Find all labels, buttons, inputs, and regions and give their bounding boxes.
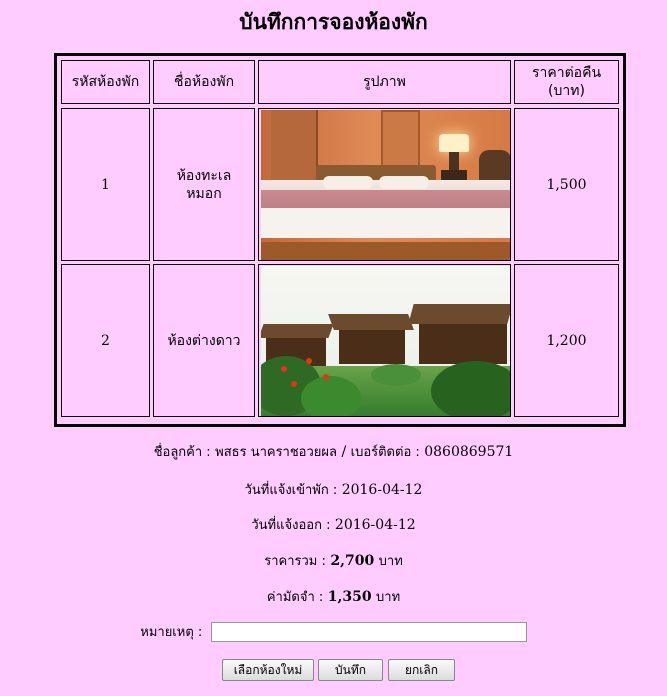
total-unit: บาท (378, 554, 403, 569)
deposit-label: ค่ามัดจำ : (266, 590, 324, 605)
total-label: ราคารวม : (264, 554, 326, 569)
table-row-1-id: 1 (61, 108, 150, 261)
checkout-line: วันที่แจ้งออก : 2016-04-12 (0, 514, 667, 535)
select-new-room-button[interactable]: เลือกห้องใหม่ (222, 659, 314, 681)
table-row-2-id: 2 (61, 264, 150, 417)
table-row-1-name: ห้องทะเล หมอก (153, 108, 255, 261)
customer-label: ชื่อลูกค้า : (153, 445, 211, 460)
phone-label: เบอร์ติดต่อ : (350, 445, 420, 460)
total-value: 2,700 (330, 553, 375, 569)
bungalow-garden-photo (261, 266, 510, 416)
header-room-id: รหัสห้องพัก (61, 60, 150, 104)
deposit-line: ค่ามัดจำ : 1,350 บาท (0, 586, 667, 607)
save-button[interactable]: บันทึก (318, 659, 383, 681)
table-row-1-image-cell (258, 108, 511, 261)
table-row-2-image-cell (258, 264, 511, 417)
cancel-button[interactable]: ยกเลิก (388, 659, 455, 681)
checkin-label: วันที่แจ้งเข้าพัก : (244, 483, 338, 498)
table-row-2-name: ห้องต่างดาว (153, 264, 255, 417)
customer-name: พสธร นาคราชอวยผล (215, 445, 337, 460)
deposit-unit: บาท (376, 590, 401, 605)
table-row-1-price: 1,500 (514, 108, 619, 261)
checkin-value: 2016-04-12 (341, 482, 423, 498)
table-row-2-price: 1,200 (514, 264, 619, 417)
customer-separator: / (341, 444, 347, 460)
phone-value: 0860869571 (424, 444, 514, 460)
header-price: ราคาต่อคืน (บาท) (514, 60, 619, 104)
remark-row: หมายเหตุ : (0, 621, 667, 642)
booking-table: รหัสห้องพัก ชื่อห้องพัก รูปภาพ ราคาต่อคื… (54, 53, 626, 427)
page-title: บันทึกการจองห้องพัก (239, 10, 428, 34)
remark-input[interactable] (210, 622, 527, 642)
customer-line: ชื่อลูกค้า : พสธร นาคราชอวยผล / เบอร์ติด… (0, 441, 667, 462)
header-image: รูปภาพ (258, 60, 511, 104)
checkout-value: 2016-04-12 (334, 517, 416, 533)
deposit-value: 1,350 (327, 589, 372, 605)
total-line: ราคารวม : 2,700 บาท (0, 550, 667, 571)
remark-label: หมายเหตุ : (140, 625, 203, 640)
header-room-name: ชื่อห้องพัก (153, 60, 255, 104)
checkin-line: วันที่แจ้งเข้าพัก : 2016-04-12 (0, 479, 667, 500)
bedroom-photo (261, 110, 510, 260)
checkout-label: วันที่แจ้งออก : (251, 518, 331, 533)
